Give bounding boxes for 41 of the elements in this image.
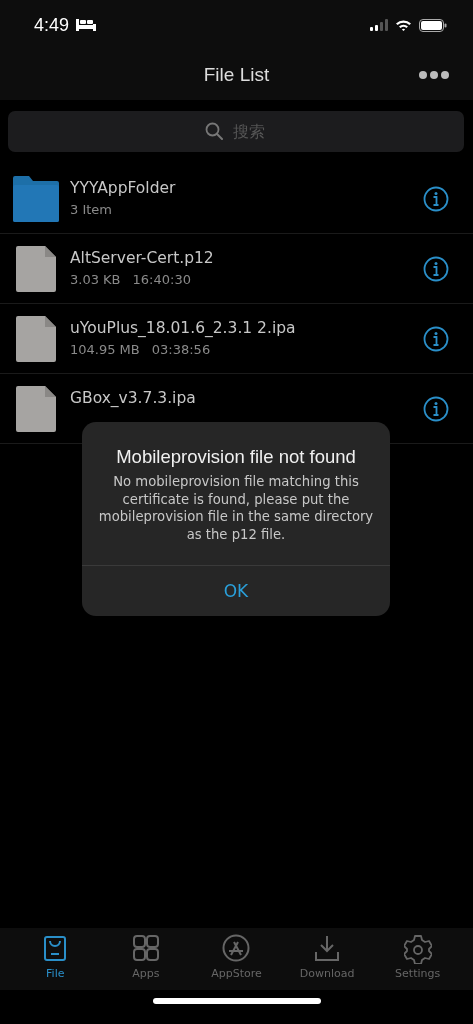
status-time: 4:49 xyxy=(34,14,70,36)
tab[interactable]: AppStore xyxy=(196,934,277,990)
file-time: 03:38:56 xyxy=(151,342,211,358)
signal-icon xyxy=(370,19,388,31)
file-icon xyxy=(13,315,59,362)
file-name: uYouPlus_18.01.6_2.3.1 2.ipa xyxy=(70,319,297,337)
file-icon xyxy=(13,385,59,432)
wifi-icon xyxy=(395,19,412,31)
file-name: GBox_v3.7.3.ipa xyxy=(70,389,197,407)
file-name: AltServer-Cert.p12 xyxy=(70,249,215,267)
folder-icon xyxy=(13,175,59,222)
app-store-icon xyxy=(222,934,251,964)
file-size: 3 Item xyxy=(70,202,112,218)
ok-button[interactable]: OK xyxy=(82,566,390,616)
file-time: 16:40:30 xyxy=(132,272,191,288)
info-icon[interactable] xyxy=(423,255,449,282)
file-size: 104.95 MB xyxy=(70,342,140,358)
search-icon xyxy=(205,122,223,140)
tab[interactable]: File xyxy=(15,934,96,990)
grid-icon xyxy=(131,934,160,964)
file-size: 3.03 KB xyxy=(70,272,121,288)
file-row[interactable]: YYYAppFolder 3 Item xyxy=(0,164,473,234)
more-icon[interactable] xyxy=(419,71,449,79)
alert-title: Mobileprovision file not found xyxy=(116,446,356,468)
info-icon[interactable] xyxy=(423,325,449,352)
file-name: YYYAppFolder xyxy=(70,179,177,197)
file-row[interactable]: AltServer-Cert.p12 3.03 KB 16:40:30 xyxy=(0,234,473,304)
download-icon xyxy=(313,934,342,964)
bed-icon xyxy=(76,19,97,31)
alert-message: No mobileprovision file matching this certificate is found, please put the mobileprovision file in the same directory as the p12 file. xyxy=(97,473,375,543)
tab[interactable]: Settings xyxy=(377,934,458,990)
file-row[interactable]: uYouPlus_18.01.6_2.3.1 2.ipa 104.95 MB 03:38:56 xyxy=(0,304,473,374)
settings-icon xyxy=(403,934,432,964)
tab[interactable]: Apps xyxy=(105,934,186,990)
info-icon[interactable] xyxy=(423,395,449,422)
info-icon[interactable] xyxy=(423,185,449,212)
tab[interactable]: Download xyxy=(287,934,368,990)
battery-icon xyxy=(419,18,447,32)
file-icon xyxy=(13,245,59,292)
search-field[interactable]: 搜索 xyxy=(8,111,464,152)
nav-title: File List xyxy=(203,64,270,86)
